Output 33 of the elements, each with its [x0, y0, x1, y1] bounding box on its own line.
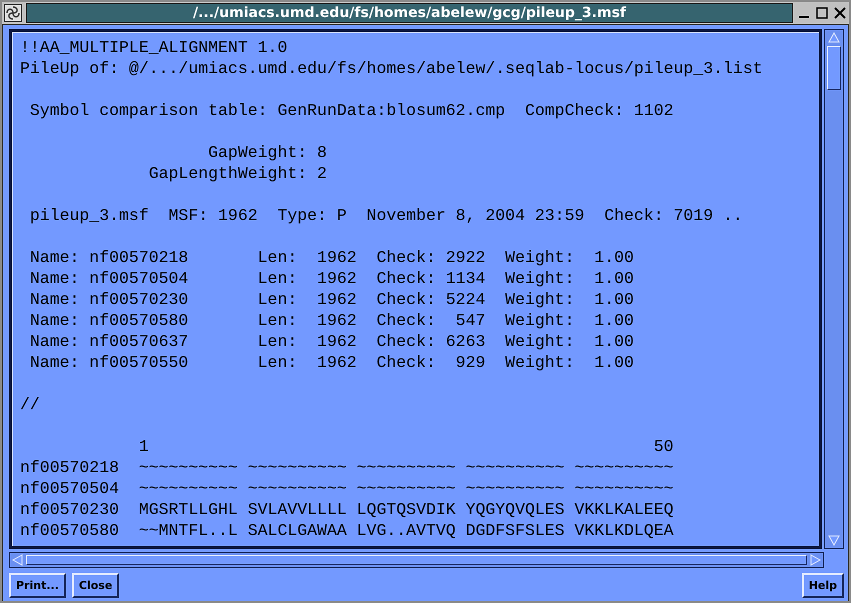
- window-title: /.../umiacs.umd.edu/fs/homes/abelew/gcg/pileup_3.msf: [26, 3, 793, 23]
- text-line: 1 50: [138, 436, 675, 457]
- help-button[interactable]: Help: [802, 573, 844, 598]
- text-line: Name: nf00570218 Len: 1962 Check: 2922 Weight: 1.00: [28, 247, 635, 268]
- text-line: nf00570504 ~~~~~~~~~~ ~~~~~~~~~~ ~~~~~~~~~~ ~~~~~~~~~~ ~~~~~~~~~~: [20, 478, 675, 499]
- scroll-down-icon[interactable]: [828, 534, 840, 546]
- text-line: Name: nf00570504 Len: 1962 Check: 1134 Weight: 1.00: [28, 268, 635, 289]
- text-line: nf00570230 MGSRTLLGHL SVLAVVLLLL LQGTQSVDIK YQGYQVQLES VKKLKALEEQ: [20, 499, 675, 520]
- close-icon[interactable]: [833, 6, 847, 20]
- window-menu-icon[interactable]: [4, 4, 22, 22]
- text-line: Name: nf00570550 Len: 1962 Check: 929 Weight: 1.00: [28, 352, 635, 373]
- text-line: GapLengthWeight: 2: [148, 163, 328, 184]
- text-line: PileUp of: @/.../umiacs.umd.edu/fs/homes/abelew/.seqlab-locus/pileup_3.list: [20, 58, 764, 79]
- scroll-up-icon[interactable]: [828, 32, 840, 44]
- maximize-icon[interactable]: [815, 6, 829, 20]
- vertical-scrollbar[interactable]: [824, 29, 844, 549]
- text-line: nf00570218 ~~~~~~~~~~ ~~~~~~~~~~ ~~~~~~~~~~ ~~~~~~~~~~ ~~~~~~~~~~: [20, 457, 675, 478]
- text-line: Name: nf00570637 Len: 1962 Check: 6263 Weight: 1.00: [28, 331, 635, 352]
- scroll-thumb[interactable]: [827, 46, 841, 90]
- text-line: Name: nf00570230 Len: 1962 Check: 5224 Weight: 1.00: [28, 289, 635, 310]
- text-line: pileup_3.msf MSF: 1962 Type: P November 8, 2004 23:59 Check: 7019 ..: [28, 205, 744, 226]
- text-line: GapWeight: 8: [207, 142, 328, 163]
- text-line: !!AA_MULTIPLE_ALIGNMENT 1.0: [20, 37, 288, 58]
- text-line: //: [20, 394, 41, 415]
- text-line: nf00570580 ~~MNTFL..L SALCLGAWAA LVG..AVTVQ DGDFSFSLES VKKLKDLQEA: [20, 520, 675, 541]
- dialog-button[interactable]: Close: [72, 573, 120, 598]
- scroll-right-icon[interactable]: [809, 554, 821, 566]
- text-line: Name: nf00570580 Len: 1962 Check: 547 Weight: 1.00: [28, 310, 635, 331]
- horizontal-scrollbar[interactable]: [9, 552, 824, 568]
- scroll-left-icon[interactable]: [12, 554, 24, 566]
- dialog-button[interactable]: Print...: [9, 573, 66, 598]
- text-line: Symbol comparison table: GenRunData:blosum62.cmp CompCheck: 1102: [28, 100, 675, 121]
- scroll-thumb[interactable]: [26, 555, 807, 565]
